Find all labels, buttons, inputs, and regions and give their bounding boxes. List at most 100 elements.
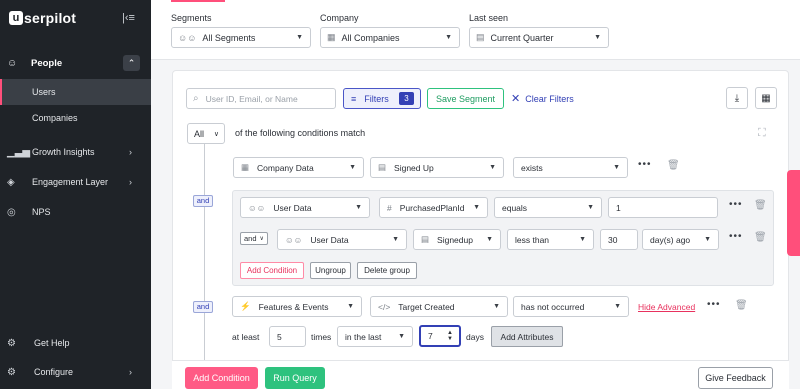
collapse-left-icon[interactable]: |‹≡: [122, 12, 135, 24]
sidebar-item-label: Configure: [34, 367, 74, 377]
caret-down-icon: ▼: [594, 34, 601, 41]
condition-unit-dropdown[interactable]: day(s) ago ▼: [642, 229, 719, 250]
segments-label: Segments: [171, 13, 212, 23]
trash-icon[interactable]: 🗑: [754, 232, 767, 243]
sliders-icon: ≡: [351, 93, 357, 104]
trash-icon[interactable]: 🗑: [667, 160, 680, 171]
sidebar-item-label: Growth Insights: [32, 147, 95, 157]
sidebar-item-label: People: [31, 57, 63, 69]
logo-text: serpilot: [24, 10, 77, 26]
expand-icon[interactable]: ⛶: [758, 127, 766, 140]
condition-value-input[interactable]: 1: [608, 197, 718, 218]
condition-value-input[interactable]: 30: [600, 229, 638, 250]
caret-down-icon: ▼: [445, 34, 452, 41]
sidebar-item-companies[interactable]: Companies: [0, 105, 151, 131]
segments-dropdown[interactable]: ☺☺ All Segments ▼: [171, 27, 311, 48]
condition-operator-dropdown[interactable]: has not occurred ▼: [513, 296, 629, 317]
more-options-icon[interactable]: •••: [729, 231, 743, 242]
sidebar-item-label: NPS: [32, 207, 51, 217]
days-stepper[interactable]: 7 ▲ ▼: [419, 325, 461, 347]
sidebar-item-users[interactable]: Users: [0, 79, 151, 105]
caret-down-icon: ▼: [614, 303, 621, 310]
query-footer: Add Condition Run Query Give Feedback: [172, 360, 789, 389]
search-field[interactable]: [205, 93, 326, 104]
condition-source-dropdown[interactable]: ☺☺ User Data ▼: [240, 197, 370, 218]
times-label: times: [311, 332, 332, 342]
times-input[interactable]: 5: [269, 326, 306, 347]
condition-source-value: Features & Events: [258, 301, 329, 312]
add-attributes-button[interactable]: Add Attributes: [491, 326, 563, 347]
sidebar-item-label: Engagement Layer: [32, 177, 109, 187]
time-window-dropdown[interactable]: in the last ▼: [337, 326, 413, 347]
give-feedback-button[interactable]: Give Feedback: [698, 367, 773, 389]
group-add-condition-button[interactable]: Add Condition: [240, 262, 304, 279]
condition-field-dropdown[interactable]: ▤ Signedup ▼: [413, 229, 501, 250]
last-seen-value: Current Quarter: [490, 32, 554, 43]
trash-icon[interactable]: 🗑: [754, 200, 767, 211]
condition-source-dropdown[interactable]: ☺☺ User Data ▼: [277, 229, 407, 250]
condition-operator-value: exists: [521, 162, 543, 173]
chevron-up-icon[interactable]: ⌃: [123, 55, 140, 71]
sidebar-item-nps[interactable]: ◎ NPS: [0, 201, 151, 223]
calendar-icon: ▤: [476, 32, 485, 42]
stepper-arrows-icon[interactable]: ▲ ▼: [447, 330, 453, 342]
condition-operator-value: equals: [502, 202, 528, 213]
caret-down-icon: ▼: [493, 303, 500, 310]
condition-source-dropdown[interactable]: ⚡ Features & Events ▼: [232, 296, 362, 317]
columns-button[interactable]: ▦: [755, 87, 777, 109]
caret-down-icon: ▼: [347, 303, 354, 310]
condition-group: ☺☺ User Data ▼ # PurchasedPlanId ▼ equal…: [232, 190, 774, 286]
run-query-button[interactable]: Run Query: [265, 367, 325, 389]
logo[interactable]: u serpilot: [9, 10, 76, 26]
sidebar-item-get-help[interactable]: ⚙ Get Help: [0, 332, 151, 354]
sidebar-item-configure[interactable]: ⚙ Configure ›: [0, 361, 151, 383]
caret-down-icon: ▼: [473, 204, 480, 211]
last-seen-dropdown[interactable]: ▤ Current Quarter ▼: [469, 27, 609, 48]
save-segment-button[interactable]: Save Segment: [427, 88, 504, 109]
condition-operator-dropdown[interactable]: equals ▼: [494, 197, 602, 218]
hide-advanced-link[interactable]: Hide Advanced: [638, 302, 695, 312]
group-connector-dropdown[interactable]: and ∨: [240, 232, 268, 245]
condition-source-dropdown[interactable]: ▦ Company Data ▼: [233, 157, 364, 178]
last-seen-label: Last seen: [469, 13, 509, 23]
condition-field-value: PurchasedPlanId: [399, 202, 465, 213]
caret-down-icon: ▼: [486, 236, 493, 243]
company-dropdown[interactable]: ▦ All Companies ▼: [320, 27, 460, 48]
condition-field-dropdown[interactable]: ▤ Signed Up ▼: [370, 157, 504, 178]
add-condition-button[interactable]: Add Condition: [185, 367, 258, 389]
condition-operator-dropdown[interactable]: exists ▼: [513, 157, 628, 178]
sidebar-item-engagement-layer[interactable]: ◈ Engagement Layer ›: [0, 171, 151, 193]
delete-group-button[interactable]: Delete group: [357, 262, 417, 279]
side-widget-tab[interactable]: [787, 170, 800, 256]
help-icon: ⚙: [7, 337, 16, 349]
more-options-icon[interactable]: •••: [707, 299, 721, 310]
more-options-icon[interactable]: •••: [638, 159, 652, 170]
caret-down-icon: ▼: [587, 204, 594, 211]
users-icon: ☺☺: [285, 234, 303, 245]
filters-button[interactable]: ≡ Filters 3: [343, 88, 421, 109]
tree-line: [204, 144, 205, 374]
hash-icon: #: [387, 202, 392, 213]
caret-down-icon: ▼: [392, 236, 399, 243]
download-icon: ⤓: [734, 92, 740, 104]
more-options-icon[interactable]: •••: [729, 199, 743, 210]
sidebar-item-growth-insights[interactable]: ▁▃▅ Growth Insights ›: [0, 141, 151, 163]
users-icon: ☺☺: [178, 32, 197, 43]
clear-filters-label: Clear Filters: [525, 93, 574, 104]
sidebar-item-people[interactable]: ☺ People ⌃: [0, 51, 151, 75]
search-input[interactable]: ⌕: [186, 88, 336, 109]
condition-field-value: Target Created: [398, 301, 455, 312]
trash-icon[interactable]: 🗑: [735, 300, 748, 311]
condition-field-dropdown[interactable]: # PurchasedPlanId ▼: [379, 197, 488, 218]
caret-down-icon: ▼: [355, 204, 362, 211]
condition-source-value: Company Data: [257, 162, 314, 173]
condition-field-dropdown[interactable]: </> Target Created ▼: [370, 296, 508, 317]
condition-operator-dropdown[interactable]: less than ▼: [507, 229, 594, 250]
ungroup-button[interactable]: Ungroup: [310, 262, 351, 279]
clear-filters-button[interactable]: ✕ Clear Filters: [511, 88, 574, 109]
match-mode-value: All: [194, 128, 205, 139]
chevron-down-icon: ∨: [213, 130, 219, 138]
match-mode-dropdown[interactable]: All ∨: [187, 123, 225, 144]
download-button[interactable]: ⤓: [726, 87, 748, 109]
building-icon: ▦: [327, 32, 336, 42]
